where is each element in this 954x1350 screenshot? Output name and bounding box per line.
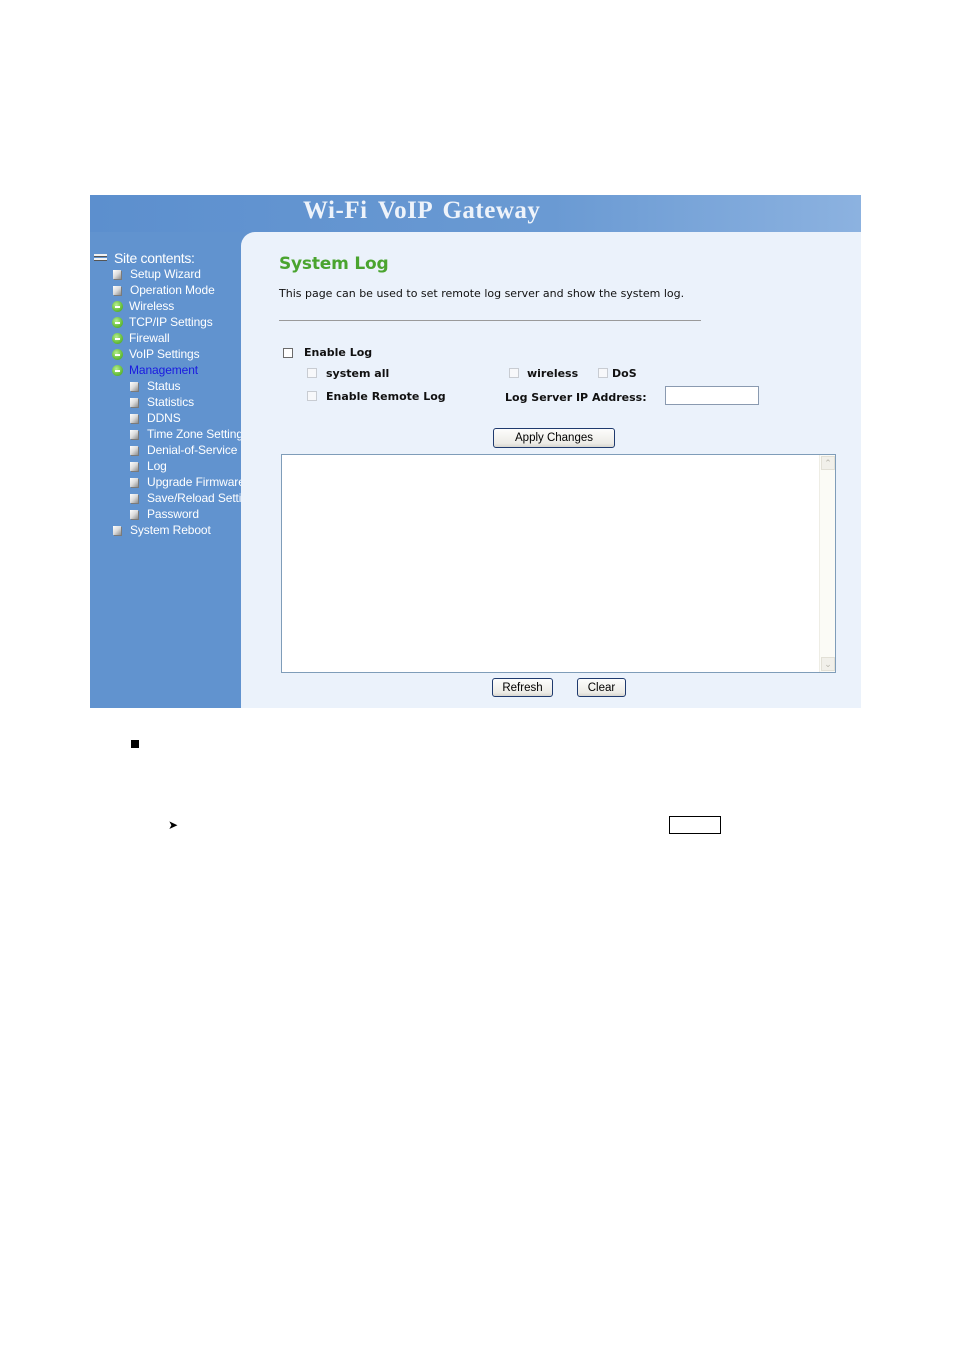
page-icon — [130, 381, 138, 391]
banner-title: Wi-Fi VoIP Gateway — [303, 197, 541, 224]
folder-icon — [112, 348, 123, 360]
sidebar-item-ddns[interactable]: DDNS — [130, 411, 181, 425]
sidebar-nav: Site contents: Setup Wizard Operation Mo… — [90, 232, 261, 708]
sidebar-item-status[interactable]: Status — [130, 379, 181, 393]
page-icon — [130, 413, 138, 423]
sidebar-item-log[interactable]: Log — [130, 459, 167, 473]
wireless-checkbox[interactable] — [509, 368, 519, 378]
refresh-button[interactable]: Refresh — [492, 678, 553, 697]
clear-button[interactable]: Clear — [577, 678, 626, 697]
sidebar-item-setup-wizard[interactable]: Setup Wizard — [113, 267, 201, 281]
sidebar-item-label: TCP/IP Settings — [129, 315, 213, 329]
page-icon — [130, 445, 138, 455]
page-description: This page can be used to set remote log … — [279, 287, 685, 300]
sidebar-item-firewall[interactable]: Firewall — [112, 331, 170, 345]
wireless-label: wireless — [527, 367, 579, 380]
page-icon — [130, 429, 138, 439]
tree-root-icon — [94, 253, 107, 263]
log-server-ip-input[interactable] — [665, 386, 759, 405]
sidebar-item-time-zone-setting[interactable]: Time Zone Setting — [130, 427, 243, 441]
arrowhead-bullet-icon: ➤ — [168, 818, 179, 832]
sidebar-item-label: Upgrade Firmware — [147, 475, 245, 489]
sidebar-item-label: Management — [129, 363, 199, 377]
sidebar-item-management[interactable]: Management — [112, 363, 198, 377]
dos-checkbox[interactable] — [598, 368, 608, 378]
sidebar-root[interactable]: Site contents: — [94, 250, 195, 266]
sidebar-item-tcpip-settings[interactable]: TCP/IP Settings — [112, 315, 213, 329]
scroll-up-icon[interactable]: ⌃ — [821, 456, 835, 470]
enable-remote-log-label: Enable Remote Log — [326, 390, 446, 403]
page-icon — [130, 493, 138, 503]
log-server-ip-label: Log Server IP Address: — [505, 391, 647, 404]
divider — [279, 320, 701, 321]
sidebar-item-label: Status — [147, 379, 181, 393]
sidebar-item-label: Statistics — [147, 395, 195, 409]
sidebar-item-label: VoIP Settings — [129, 347, 200, 361]
sidebar-item-label: Log — [147, 459, 167, 473]
sidebar-item-label: Denial-of-Service — [147, 443, 238, 457]
page-icon — [130, 397, 138, 407]
log-textarea[interactable]: ⌃ ⌄ — [281, 454, 836, 673]
log-scrollbar[interactable]: ⌃ ⌄ — [819, 455, 835, 672]
sidebar-item-label: DDNS — [147, 411, 181, 425]
sidebar-item-label: Password — [147, 507, 199, 521]
folder-icon — [112, 316, 123, 328]
enable-log-label: Enable Log — [304, 346, 373, 359]
page-icon — [113, 285, 121, 295]
sidebar-item-label: Firewall — [129, 331, 170, 345]
page-icon — [130, 509, 138, 519]
sidebar-item-label: System Reboot — [130, 523, 211, 537]
system-all-checkbox[interactable] — [307, 368, 317, 378]
sidebar-item-label: Setup Wizard — [130, 267, 201, 281]
page-title: System Log — [279, 254, 389, 274]
enable-log-checkbox[interactable] — [283, 348, 293, 358]
sidebar-item-denial-of-service[interactable]: Denial-of-Service — [130, 443, 237, 457]
enable-remote-log-checkbox[interactable] — [307, 391, 317, 401]
page-icon — [130, 477, 138, 487]
folder-icon — [112, 332, 123, 344]
sidebar-item-voip-settings[interactable]: VoIP Settings — [112, 347, 200, 361]
sidebar-item-wireless[interactable]: Wireless — [112, 299, 174, 313]
sidebar-item-label: Wireless — [129, 299, 175, 313]
document-inline-box — [669, 816, 721, 834]
page-icon — [130, 461, 138, 471]
sidebar-item-label: Operation Mode — [130, 283, 215, 297]
folder-icon — [112, 300, 123, 312]
router-admin-window: Wi-Fi VoIP Gateway Site contents: Setup … — [90, 195, 861, 708]
page-icon — [113, 269, 121, 279]
main-content: System Log This page can be used to set … — [241, 232, 861, 708]
dos-label: DoS — [612, 367, 637, 380]
sidebar-item-operation-mode[interactable]: Operation Mode — [113, 283, 215, 297]
folder-icon — [112, 364, 123, 376]
sidebar-item-system-reboot[interactable]: System Reboot — [113, 523, 211, 537]
apply-changes-button[interactable]: Apply Changes — [493, 428, 615, 448]
system-all-label: system all — [326, 367, 390, 380]
sidebar-item-label: Time Zone Setting — [147, 427, 243, 441]
header-banner: Wi-Fi VoIP Gateway — [90, 195, 861, 232]
square-bullet-icon — [131, 740, 139, 748]
sidebar-item-password[interactable]: Password — [130, 507, 199, 521]
sidebar-item-upgrade-firmware[interactable]: Upgrade Firmware — [130, 475, 245, 489]
scroll-down-icon[interactable]: ⌄ — [821, 657, 835, 671]
sidebar-item-statistics[interactable]: Statistics — [130, 395, 194, 409]
page-icon — [113, 525, 121, 535]
sidebar-root-label: Site contents: — [114, 250, 195, 266]
